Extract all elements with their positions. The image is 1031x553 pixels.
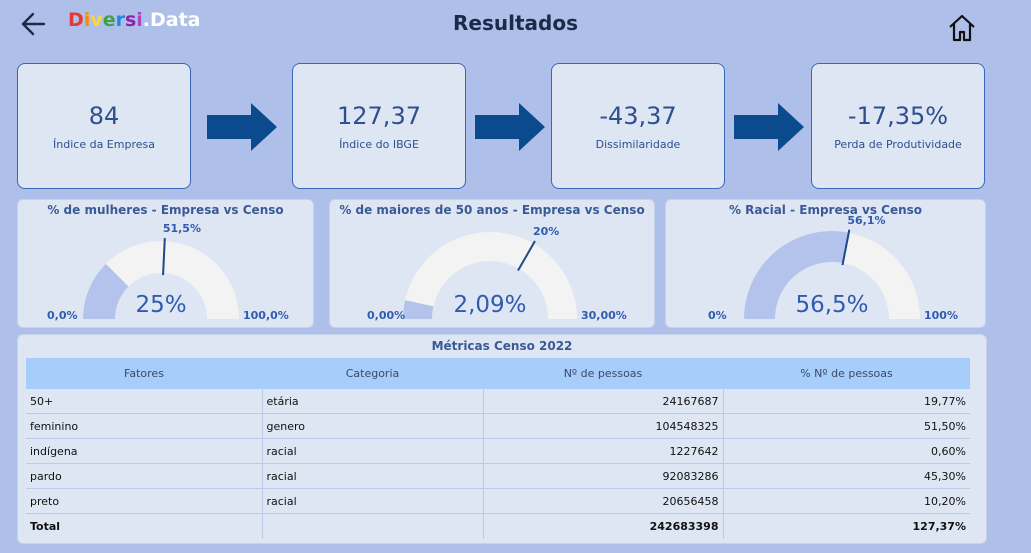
- gauge-max-label: 100,0%: [243, 309, 289, 322]
- gauge-card-maiores-50: % de maiores de 50 anos - Empresa vs Cen…: [329, 199, 655, 328]
- cell-total-n-pessoas: 242683398: [483, 513, 724, 539]
- table-row: preto racial 20656458 10,20%: [26, 488, 970, 514]
- gauge-card-mulheres: % de mulheres - Empresa vs Censo 51,5% 0…: [17, 199, 314, 328]
- cell-fator: 50+: [26, 389, 263, 414]
- cell-fator: indígena: [26, 438, 263, 464]
- kpi-label: Perda de Produtividade: [834, 138, 962, 151]
- cell-pct-pessoas: 45,30%: [723, 463, 970, 489]
- kpi-value: 127,37: [337, 102, 421, 130]
- kpi-value: 84: [88, 102, 120, 130]
- kpi-label: Índice do IBGE: [339, 138, 419, 151]
- cell-pct-pessoas: 51,50%: [723, 413, 970, 439]
- home-icon[interactable]: [946, 12, 978, 44]
- table-row: pardo racial 92083286 45,30%: [26, 463, 970, 489]
- cell-pct-pessoas: 0,60%: [723, 438, 970, 464]
- kpi-value: -17,35%: [847, 102, 949, 130]
- gauge-card-racial: % Racial - Empresa vs Censo 56,1% 0% 100…: [665, 199, 986, 328]
- table-row: indígena racial 1227642 0,60%: [26, 438, 970, 464]
- kpi-value: -43,37: [599, 102, 677, 130]
- page-title: Resultados: [453, 11, 578, 35]
- gauge-target-label: 51,5%: [162, 222, 201, 236]
- cell-total-categoria: [262, 513, 484, 539]
- cell-n-pessoas: 104548325: [483, 413, 724, 439]
- gauge-min-label: 0%: [708, 309, 727, 322]
- right-arrow-icon: [734, 103, 804, 151]
- kpi-card-ibge: 127,37 Índice do IBGE: [292, 63, 466, 189]
- gauge-target-label: 56,1%: [847, 213, 886, 227]
- gauge-value-label: 25%: [135, 292, 187, 318]
- cell-categoria: racial: [262, 463, 484, 489]
- kpi-label: Índice da Empresa: [53, 138, 155, 151]
- cell-fator: feminino: [26, 413, 263, 439]
- metrics-table: Fatores Categoria Nº de pessoas % Nº de …: [26, 358, 970, 539]
- cell-total-label: Total: [26, 513, 263, 539]
- gauge-max-label: 30,00%: [581, 309, 627, 322]
- kpi-card-dissimilaridade: -43,37 Dissimilaridade: [551, 63, 725, 189]
- cell-categoria: racial: [262, 438, 484, 464]
- table-title: Métricas Censo 2022: [431, 339, 573, 353]
- cell-n-pessoas: 92083286: [483, 463, 724, 489]
- cell-total-pct-pessoas: 127,37%: [912, 520, 966, 533]
- table-row: 50+ etária 24167687 19,77%: [26, 389, 970, 414]
- cell-pct-pessoas: 10,20%: [723, 488, 970, 514]
- metrics-table-card: Métricas Censo 2022 Fatores Categoria Nº…: [17, 334, 987, 544]
- table-row: feminino genero 104548325 51,50%: [26, 413, 970, 439]
- gauge-max-label: 100%: [924, 309, 958, 322]
- cell-n-pessoas: 20656458: [483, 488, 724, 514]
- cell-n-pessoas: 24167687: [483, 389, 724, 414]
- column-header-n-pessoas[interactable]: Nº de pessoas: [483, 358, 723, 389]
- column-header-fatores[interactable]: Fatores: [26, 358, 262, 389]
- cell-categoria: etária: [262, 389, 484, 414]
- column-header-pct-pessoas[interactable]: % Nº de pessoas: [723, 358, 970, 389]
- cell-categoria: genero: [262, 413, 484, 439]
- gauge-value-label: 56,5%: [795, 292, 869, 318]
- table-header-row: Fatores Categoria Nº de pessoas % Nº de …: [26, 358, 970, 389]
- cell-fator: pardo: [26, 463, 263, 489]
- right-arrow-icon: [207, 103, 277, 151]
- kpi-card-empresa: 84 Índice da Empresa: [17, 63, 191, 189]
- gauge-value-label: 2,09%: [453, 292, 527, 318]
- kpi-label: Dissimilaridade: [595, 138, 681, 151]
- gauge-min-label: 0,00%: [367, 309, 406, 322]
- cell-pct-pessoas: 19,77%: [723, 389, 970, 414]
- column-header-categoria[interactable]: Categoria: [262, 358, 483, 389]
- right-arrow-icon: [475, 103, 545, 151]
- gauge-target-label: 20%: [533, 225, 560, 239]
- gauge-min-label: 0,0%: [47, 309, 78, 322]
- table-total-row: Total 242683398 127,37%: [26, 513, 970, 539]
- cell-n-pessoas: 1227642: [483, 438, 724, 464]
- kpi-card-perda-produtividade: -17,35% Perda de Produtividade: [811, 63, 985, 189]
- cell-categoria: racial: [262, 488, 484, 514]
- cell-fator: preto: [26, 488, 263, 514]
